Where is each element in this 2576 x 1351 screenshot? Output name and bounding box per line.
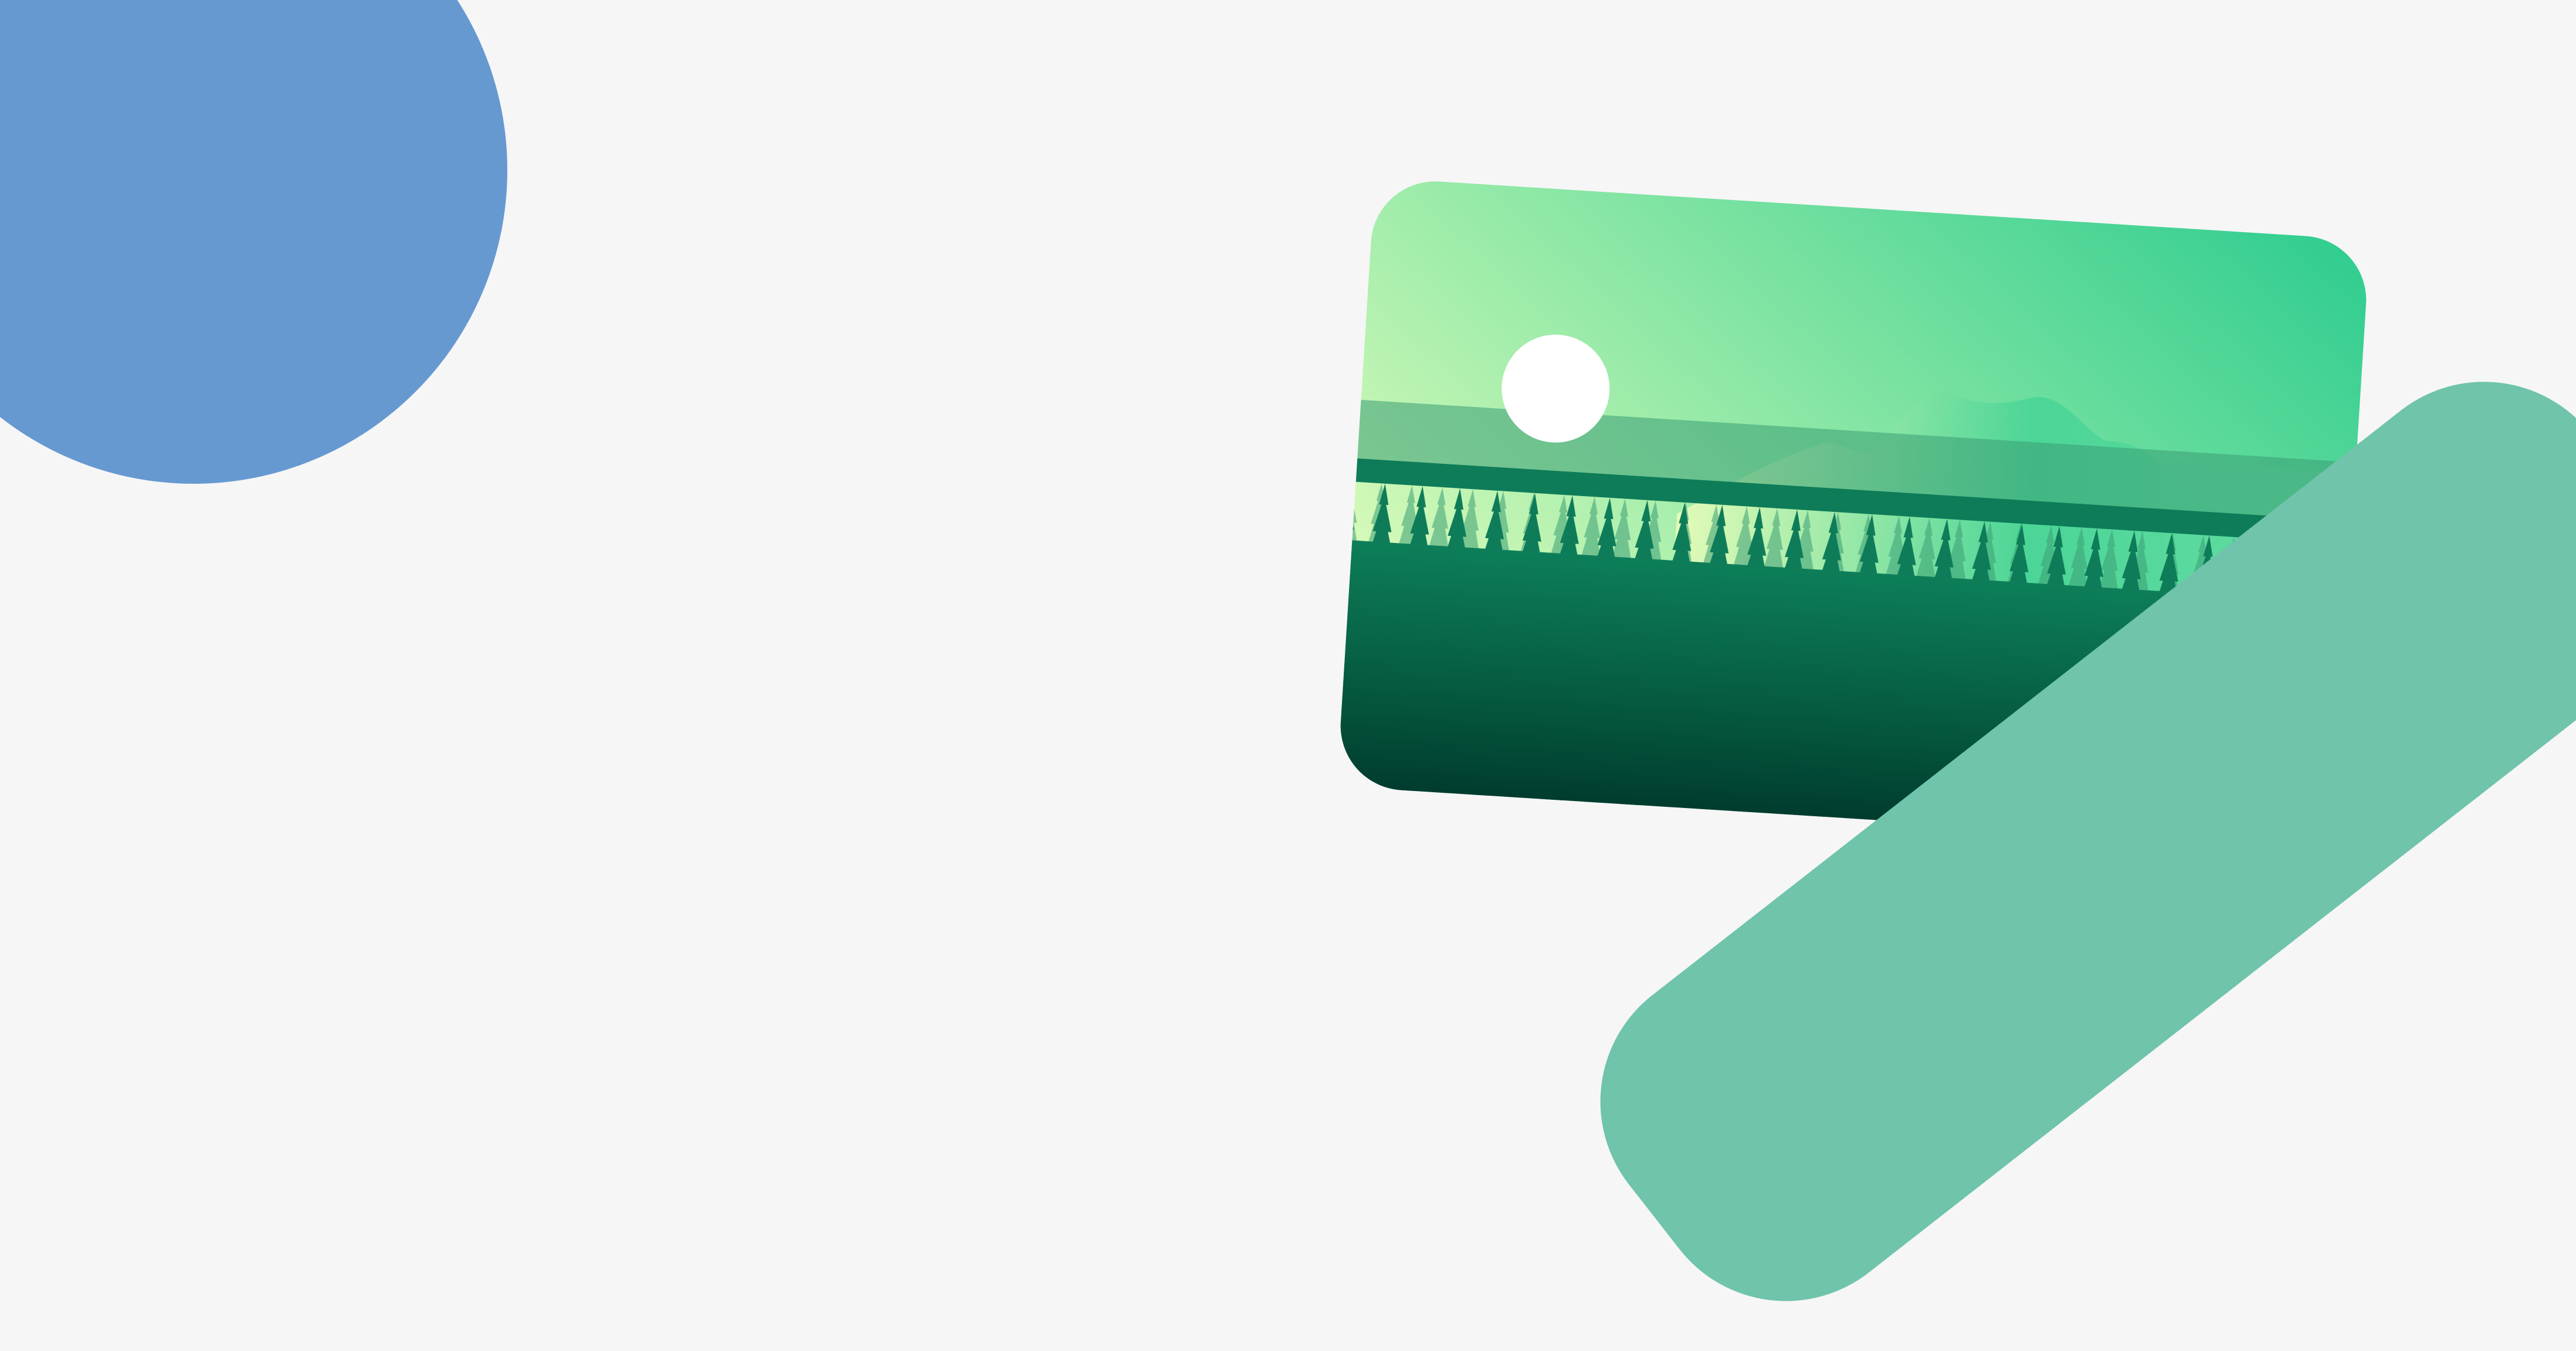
landscape-illustration <box>0 0 2576 1301</box>
canvas <box>0 0 2576 1351</box>
blue-circle <box>0 0 507 484</box>
